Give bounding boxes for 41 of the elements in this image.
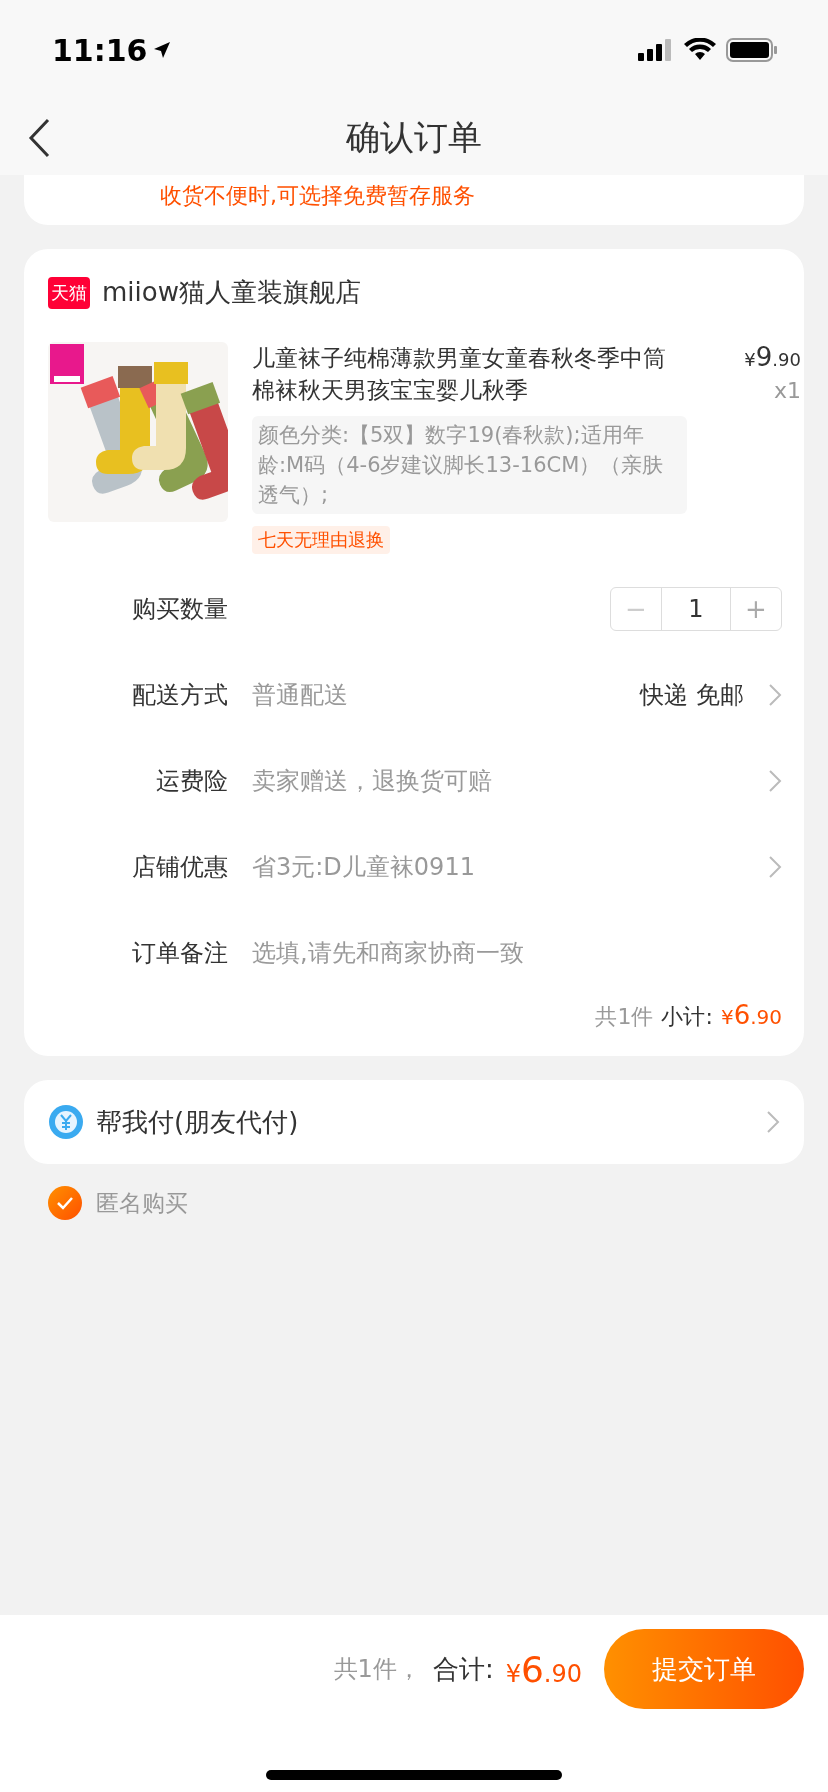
- product-price: ¥9.90: [744, 342, 801, 372]
- subtotal-label: 小计:: [661, 1003, 713, 1031]
- battery-icon: [726, 38, 778, 62]
- row-value[interactable]: 省3元:D儿童袜0911: [252, 851, 744, 883]
- friend-pay-row[interactable]: 帮我付(朋友代付): [24, 1080, 804, 1164]
- back-icon[interactable]: [28, 118, 52, 158]
- notice-text: 收货不便时,可选择免费暂存服务: [160, 183, 475, 208]
- item-count: 共1件: [595, 1003, 654, 1031]
- return-tag: 七天无理由退换: [252, 526, 390, 554]
- product-title[interactable]: 儿童袜子纯棉薄款男童女童春秋冬季中筒棉袜秋天男孩宝宝婴儿秋季: [252, 342, 687, 406]
- total-price: ¥6.90: [505, 1648, 582, 1690]
- status-time: 11:16: [52, 32, 172, 68]
- row-label: 订单备注: [131, 938, 228, 969]
- product-specs: 颜色分类:【5双】数字19(春秋款);适用年龄:M码（4-6岁建议脚长13-16CM）（亲肤透气）;: [252, 416, 687, 514]
- submit-order-button[interactable]: 提交订单: [604, 1629, 804, 1709]
- chevron-icon: [766, 1110, 780, 1134]
- chevron-icon: [768, 769, 782, 793]
- chevron-icon: [768, 683, 782, 707]
- total-label: 合计:: [432, 1652, 494, 1686]
- anonymous-label: 匿名购买: [96, 1188, 188, 1218]
- row-option[interactable]: 快递 免邮: [640, 679, 744, 711]
- total-count: 共1件，: [333, 1654, 421, 1685]
- row-label: 配送方式: [131, 680, 228, 711]
- row-label: 店铺优惠: [131, 852, 228, 883]
- store-badge: 天猫: [48, 276, 90, 309]
- subtotal-price: ¥6.90: [720, 1000, 782, 1030]
- row-value[interactable]: 卖家赠送，退换货可赔: [252, 765, 744, 797]
- yuan-coin-icon: [48, 1104, 84, 1140]
- increment-button[interactable]: +: [731, 588, 781, 630]
- quantity-value: 1: [661, 588, 731, 630]
- signal-icon: [638, 39, 674, 61]
- row-label: 运费险: [155, 766, 228, 797]
- anonymous-checkbox[interactable]: [48, 1186, 82, 1220]
- page-title: 确认订单: [346, 115, 482, 159]
- product-quantity: x1: [773, 378, 801, 403]
- row-label: 购买数量: [131, 594, 228, 625]
- check-icon: [56, 1196, 74, 1210]
- chevron-icon: [768, 855, 782, 879]
- row-value[interactable]: 普通配送: [252, 679, 617, 711]
- wifi-icon: [684, 38, 716, 62]
- store-name[interactable]: miiow猫人童装旗舰店: [102, 275, 361, 310]
